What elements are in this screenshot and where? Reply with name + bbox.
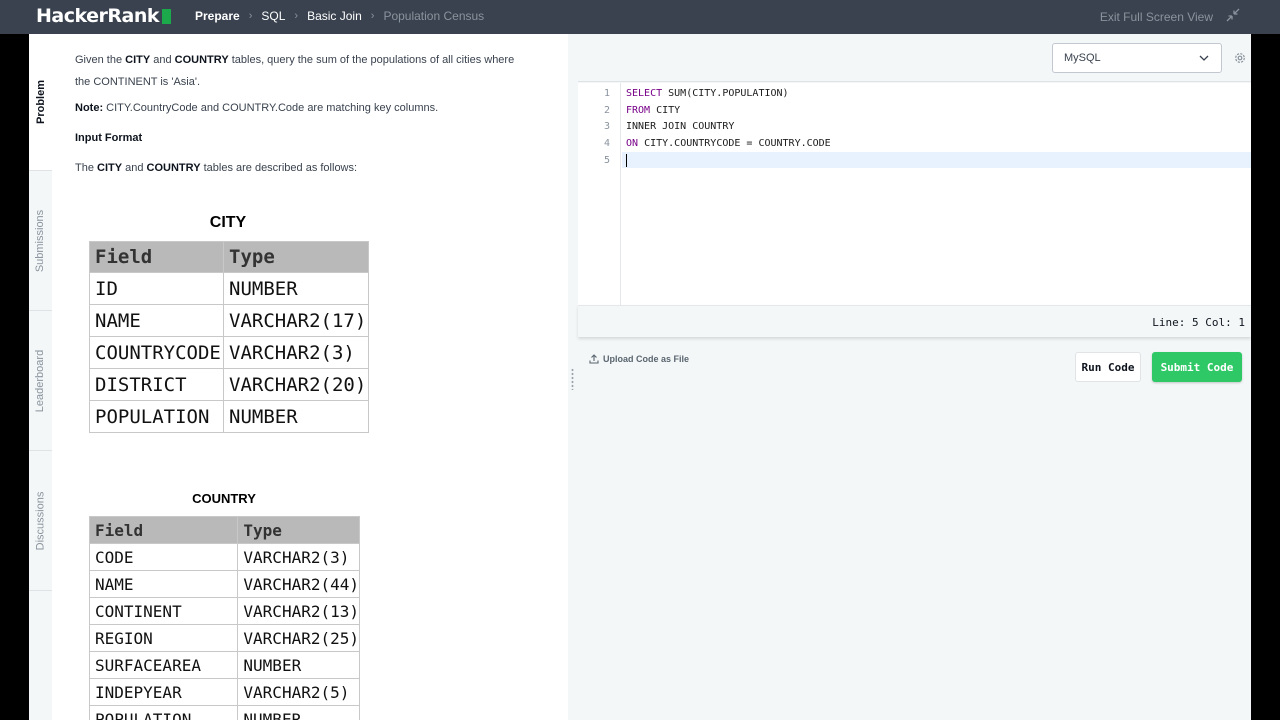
problem-statement: Given the CITY and COUNTRY tables, query… [75,54,515,88]
table-row: NAME VARCHAR2(17) [89,304,369,337]
drag-handle-icon[interactable] [571,368,574,390]
table-row: CODE VARCHAR2(3) [88,543,360,571]
tables-description: The CITY and COUNTRY tables are describe… [75,162,358,174]
input-format-heading: Input Format [75,132,143,144]
gear-icon[interactable] [1233,51,1247,65]
breadcrumb-prepare[interactable]: Prepare [195,9,240,23]
breadcrumb-sql[interactable]: SQL [261,9,285,23]
exit-full-screen-link[interactable]: Exit Full Screen View [1100,10,1213,24]
chevron-down-icon [1199,55,1209,61]
table-row: SURFACEAREA NUMBER [88,651,360,679]
active-line-highlight [622,152,1251,168]
line-number: 1 [603,88,610,99]
table-header: Type [223,241,369,273]
city-table-title: CITY [209,214,247,231]
code-line[interactable]: ON CITY.COUNTRYCODE = COUNTRY.CODE [626,138,831,149]
code-line[interactable]: FROM CITY [626,105,680,116]
table-row: COUNTRYCODE VARCHAR2(3) [89,336,369,369]
table-row: DISTRICT VARCHAR2(20) [89,368,369,401]
tab-discussions[interactable]: Discussions [29,451,52,591]
table-row: CONTINENT VARCHAR2(13) [88,597,360,625]
line-number-gutter: 1 2 3 4 5 [578,83,621,305]
left-frame [0,34,29,720]
table-row: POPULATION NUMBER [89,400,369,433]
editor-status-bar: Line: 5 Col: 1 [578,305,1251,337]
breadcrumb-current-challenge: Population Census [383,9,485,23]
language-select[interactable]: MySQL [1052,43,1222,73]
text-cursor [626,154,627,167]
city-schema-table: Field Type ID NUMBER NAME VARCHAR2(17) COU… [89,241,369,433]
chevron-right-icon: › [370,10,375,22]
upload-code-button[interactable]: Upload Code as File [589,354,689,364]
logo-text: HackerRank [36,5,159,27]
code-editor[interactable]: 1 2 3 4 5 SELECT SUM(CITY.POPULATION) FR… [578,83,1251,305]
table-row: NAME VARCHAR2(44) [88,570,360,598]
breadcrumb-basic-join[interactable]: Basic Join [307,9,362,23]
table-header: Field [88,516,239,544]
country-schema-table: Field Type CODE VARCHAR2(3) NAME VARCHAR2(… [88,516,360,720]
top-nav-bar: HackerRank Prepare › SQL › Basic Join › … [0,0,1280,34]
line-number: 5 [603,155,610,166]
tab-problem[interactable]: Problem [29,34,52,171]
line-number: 2 [603,105,610,116]
breadcrumb: Prepare › SQL › Basic Join › Population … [195,9,484,23]
table-header: Field [89,241,224,273]
chevron-right-icon: › [294,10,299,22]
table-row: ID NUMBER [89,272,369,305]
hackerrank-logo[interactable]: HackerRank [36,5,171,27]
language-select-value: MySQL [1064,52,1101,64]
upload-icon [589,354,599,364]
chevron-right-icon: › [248,10,253,22]
run-code-button[interactable]: Run Code [1075,352,1141,382]
table-row: POPULATION NUMBER [88,705,360,720]
code-line[interactable]: INNER JOIN COUNTRY [626,121,734,132]
tab-leaderboard[interactable]: Leaderboard [29,311,52,451]
table-row: REGION VARCHAR2(25) [88,624,360,652]
logo-mark-icon [161,8,171,24]
problem-panel: Given the CITY and COUNTRY tables, query… [52,34,568,720]
side-tabs: Problem Submissions Leaderboard Discussi… [29,34,52,720]
right-frame [1251,34,1280,720]
cursor-position: Line: 5 Col: 1 [1152,316,1245,329]
table-header: Type [237,516,360,544]
submit-code-button[interactable]: Submit Code [1152,352,1242,382]
line-number: 4 [603,138,610,149]
collapse-icon[interactable] [1226,8,1240,22]
problem-note: Note: CITY.CountryCode and COUNTRY.Code … [75,102,439,114]
tab-submissions[interactable]: Submissions [29,171,52,311]
code-line[interactable]: SELECT SUM(CITY.POPULATION) [626,88,789,99]
line-number: 3 [603,121,610,132]
country-table-title: COUNTRY [192,491,256,506]
table-row: INDEPYEAR VARCHAR2(5) [88,678,360,706]
